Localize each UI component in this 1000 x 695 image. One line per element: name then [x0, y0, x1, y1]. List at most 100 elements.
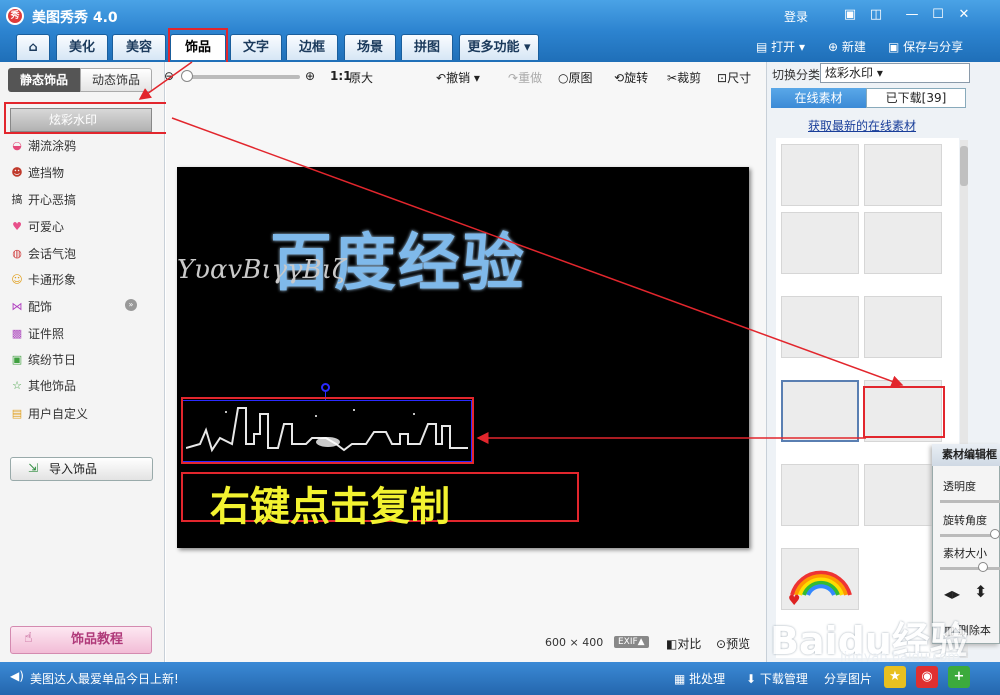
category-item[interactable]: ☻ 遮挡物: [11, 163, 64, 183]
import-icon: ⇲: [28, 461, 39, 475]
download-icon: ⬇: [746, 672, 760, 686]
tab-text[interactable]: 文字: [230, 34, 282, 60]
maximize-icon[interactable]: ☐: [928, 6, 948, 24]
size-slider-knob[interactable]: [978, 562, 988, 572]
tab-collage[interactable]: 拼图: [401, 34, 453, 60]
copy-hint-text: 右键点击复制: [210, 484, 450, 530]
batch-button[interactable]: ▦ 批处理: [674, 670, 725, 687]
category-item[interactable]: ▤ 用户自定义: [12, 404, 88, 424]
material-thumbnail[interactable]: [781, 296, 859, 358]
bear-icon: ☻: [11, 166, 23, 179]
zoom-out-icon[interactable]: ⊖: [164, 69, 174, 83]
bubble-icon: ◍: [12, 247, 22, 260]
cartoon-icon: ☺: [11, 273, 23, 286]
material-thumbnail[interactable]: [781, 144, 859, 206]
bow-icon: ⋈: [11, 300, 23, 313]
category-item[interactable]: ♥ 可爱心: [12, 217, 64, 237]
material-thumbnail[interactable]: [864, 144, 942, 206]
home-tab[interactable]: ⌂: [16, 34, 50, 60]
exif-badge[interactable]: EXIF▲: [614, 636, 649, 648]
size-slider[interactable]: [940, 567, 1000, 570]
subtab-dynamic[interactable]: 动态饰品: [80, 68, 152, 92]
switch-category-label: 切换分类: [772, 68, 821, 82]
expand-icon[interactable]: »: [125, 299, 137, 311]
annotation-box-tab: [168, 28, 228, 64]
login-link[interactable]: 登录: [784, 8, 808, 25]
material-thumbnail[interactable]: [781, 212, 859, 274]
tab-cosmetic[interactable]: 美容: [112, 34, 166, 60]
category-item[interactable]: ◒ 潮流涂鸦: [12, 136, 76, 156]
original-size-button[interactable]: 原大: [349, 69, 373, 86]
zoom-slider[interactable]: [186, 75, 300, 79]
close-icon[interactable]: ✕: [954, 6, 974, 24]
category-label: 开心恶搞: [28, 193, 77, 207]
redo-button[interactable]: ↷重做: [508, 69, 542, 86]
category-item[interactable]: ◍ 会话气泡: [12, 244, 76, 264]
flip-horizontal-icon[interactable]: ◂▸: [944, 584, 960, 603]
tab-more[interactable]: 更多功能 ▾: [459, 34, 539, 60]
category-label: 证件照: [28, 327, 65, 341]
save-icon: ▣: [888, 40, 904, 54]
category-item[interactable]: ☆ 其他饰品: [12, 376, 76, 396]
opacity-slider[interactable]: [940, 500, 1000, 503]
category-item[interactable]: ⋈ 配饰: [12, 297, 53, 317]
save-share-button[interactable]: ▣ 保存与分享: [888, 38, 963, 55]
scrollbar-thumb[interactable]: [960, 146, 968, 186]
share-image-button[interactable]: 分享图片: [824, 670, 872, 687]
material-thumbnail[interactable]: [864, 296, 942, 358]
scissors-icon: ✂: [667, 71, 678, 85]
crop-button[interactable]: ✂裁剪: [667, 69, 701, 86]
tab-scene[interactable]: 场景: [344, 34, 396, 60]
annotation-box-category: [4, 102, 174, 134]
new-button[interactable]: ⊕ 新建: [828, 38, 866, 55]
rotation-slider-knob[interactable]: [990, 529, 1000, 539]
tab-border[interactable]: 边框: [286, 34, 338, 60]
tab-beautify[interactable]: 美化: [56, 34, 108, 60]
material-thumbnail[interactable]: ♥: [781, 548, 859, 610]
original-button[interactable]: ○原图: [558, 69, 593, 86]
category-label: 配饰: [28, 300, 53, 314]
rotation-label: 旋转角度: [943, 514, 987, 527]
rotate-button[interactable]: ⟲旋转: [614, 69, 648, 86]
resize-button[interactable]: ⊡尺寸: [717, 69, 751, 86]
weibo-icon[interactable]: ◉: [916, 666, 938, 688]
tab-online-materials[interactable]: 在线素材: [771, 88, 866, 108]
category-select[interactable]: 炫彩水印 ▾: [820, 63, 970, 83]
category-label: 卡通形象: [28, 273, 77, 287]
material-thumbnail[interactable]: [864, 464, 942, 526]
shirt-icon: ▩: [11, 327, 23, 340]
download-manager-button[interactable]: ⬇ 下载管理: [746, 670, 808, 687]
add-icon[interactable]: +: [948, 666, 970, 688]
material-thumbnail[interactable]: [781, 380, 859, 442]
compare-button[interactable]: ◧对比: [666, 635, 701, 652]
speaker-icon: ◀): [10, 669, 24, 683]
category-label: 缤纷节日: [28, 353, 77, 367]
preview-button[interactable]: ⊙预览: [716, 635, 750, 652]
status-message[interactable]: 美图达人最爱单品今日上新!: [30, 670, 179, 687]
zoom-in-icon[interactable]: ⊕: [305, 69, 315, 83]
minimize-icon[interactable]: —: [902, 6, 922, 24]
message-icon[interactable]: ▣: [840, 6, 860, 24]
resize-icon: ⊡: [717, 71, 728, 85]
svg-text:♥: ♥: [788, 593, 801, 609]
undo-button[interactable]: ↶撤销 ▾: [436, 69, 480, 86]
rotate-handle[interactable]: [321, 383, 330, 392]
material-thumbnail[interactable]: [864, 212, 942, 274]
skin-icon[interactable]: ◫: [866, 6, 886, 24]
tab-downloaded[interactable]: 已下载[39]: [866, 88, 966, 108]
open-button[interactable]: ▤ 打开 ▾: [756, 38, 805, 55]
material-thumbnail[interactable]: [781, 464, 859, 526]
category-item[interactable]: ▣ 缤纷节日: [12, 350, 77, 370]
category-item[interactable]: ☺ 卡通形象: [11, 270, 77, 290]
canvas-script-text: ΥυαvΒιγγΒιζ: [177, 255, 346, 285]
flip-vertical-icon[interactable]: ⬍: [974, 582, 987, 601]
category-item[interactable]: 搞开心恶搞: [12, 190, 77, 210]
zoom-slider-knob[interactable]: [181, 70, 193, 82]
subtab-static[interactable]: 静态饰品: [8, 68, 80, 92]
get-latest-link[interactable]: 获取最新的在线素材: [808, 117, 916, 134]
size-label: 素材大小: [943, 547, 987, 560]
star-icon[interactable]: ★: [884, 666, 906, 688]
left-panel: [0, 62, 165, 662]
category-item[interactable]: ▩ 证件照: [12, 324, 65, 344]
annotation-box-sticker: [181, 397, 474, 464]
